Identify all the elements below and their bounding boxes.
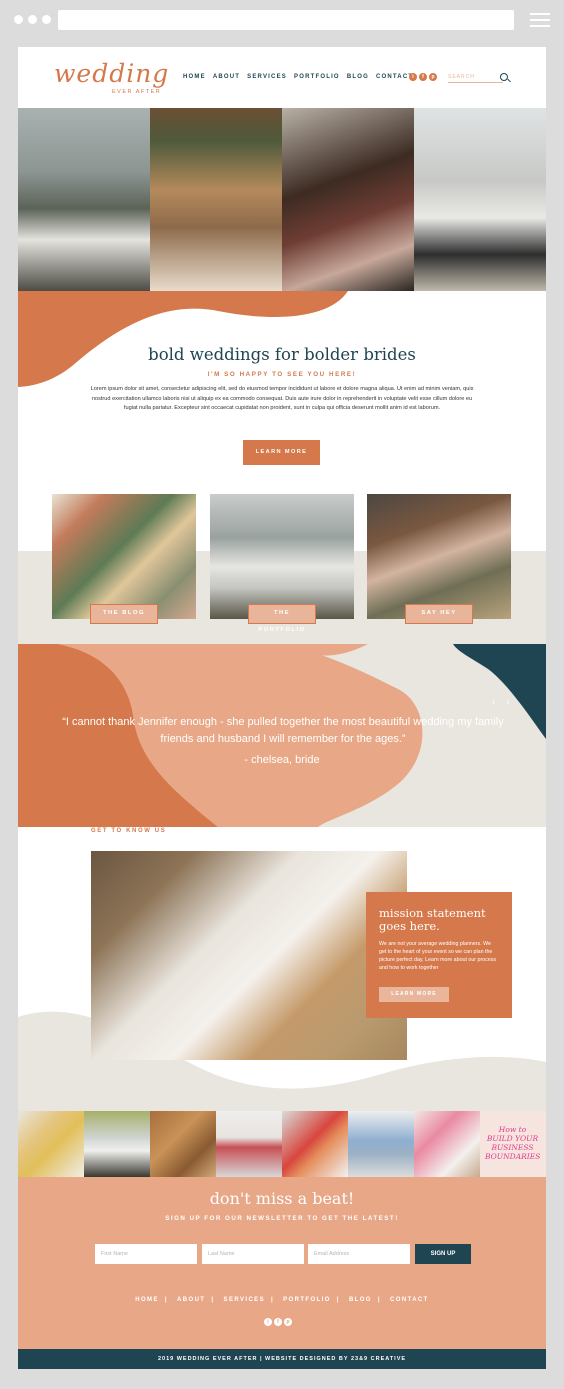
- first-name-field[interactable]: First Name: [95, 1244, 197, 1264]
- testimonial-section: ‹ › “I cannot thank Jennifer enough - sh…: [18, 644, 546, 827]
- footer-nav-about[interactable]: ABOUT: [177, 1297, 205, 1303]
- search-icon[interactable]: [500, 73, 508, 81]
- footer-nav-separator: |: [164, 1297, 168, 1303]
- site-header: wedding EVER AFTER HOME ABOUT SERVICES P…: [18, 47, 546, 107]
- address-bar[interactable]: [58, 10, 514, 30]
- main-nav: HOME ABOUT SERVICES PORTFOLIO BLOG CONTA…: [183, 74, 413, 80]
- footer-nav: HOME | ABOUT | SERVICES | PORTFOLIO | BLOG | …: [18, 1297, 546, 1303]
- footer-nav-contact[interactable]: CONTACT: [390, 1297, 429, 1303]
- window-dot-icon[interactable]: [28, 15, 37, 24]
- nav-blog[interactable]: BLOG: [347, 74, 369, 80]
- footer-nav-separator: |: [377, 1297, 381, 1303]
- card-portfolio-label[interactable]: THE PORTFOLIO: [248, 604, 316, 633]
- footer-nav-separator: |: [270, 1297, 275, 1303]
- facebook-icon[interactable]: f: [419, 73, 427, 81]
- facebook-icon[interactable]: f: [274, 1318, 282, 1326]
- footer-social: i f p: [264, 1318, 292, 1326]
- newsletter-section: don't miss a beat! SIGN UP FOR OUR NEWSL…: [18, 1177, 546, 1349]
- hamburger-menu-icon[interactable]: [530, 13, 550, 31]
- mission-body: We are not your average wedding planners…: [379, 941, 497, 971]
- newsletter-title: don't miss a beat!: [209, 1189, 355, 1208]
- logo-script: wedding: [54, 59, 170, 88]
- card-say-hey-label[interactable]: SAY HEY: [405, 604, 473, 624]
- footer-nav-separator: |: [211, 1297, 215, 1303]
- hero-photo-reception: [150, 108, 282, 291]
- instagram-icon[interactable]: i: [409, 73, 417, 81]
- instagram-tile[interactable]: [150, 1111, 216, 1177]
- footer-nav-blog[interactable]: BLOG: [349, 1297, 372, 1303]
- nav-contact[interactable]: CONTACT: [376, 74, 413, 80]
- footer-nav-separator: |: [336, 1297, 340, 1303]
- instagram-tile[interactable]: [84, 1111, 150, 1177]
- hero-gallery: [18, 108, 546, 291]
- logo-subtitle: EVER AFTER: [112, 89, 162, 95]
- copyright-bar: 2019 WEDDING EVER AFTER | WEBSITE DESIGN…: [18, 1349, 546, 1369]
- header-social: i f p: [409, 73, 437, 81]
- pinterest-icon[interactable]: p: [284, 1318, 292, 1326]
- learn-more-button[interactable]: LEARN MORE: [243, 440, 320, 465]
- email-field[interactable]: Email Address: [308, 1244, 410, 1264]
- instagram-tile[interactable]: [18, 1111, 84, 1177]
- intro-body: Lorem ipsum dolor sit amet, consectetur …: [90, 386, 474, 412]
- hero-photo-van: [414, 108, 546, 291]
- newsletter-subtitle: SIGN UP FOR OUR NEWSLETTER TO GET THE LA…: [165, 1215, 399, 1222]
- instagram-icon[interactable]: i: [264, 1318, 272, 1326]
- sign-up-button[interactable]: SIGN UP: [415, 1244, 471, 1264]
- mission-learn-more-button[interactable]: LEARN MORE: [379, 987, 449, 1002]
- mission-title: mission statement goes here.: [379, 906, 486, 933]
- instagram-feed: How to BUILD YOUR BUSINESS BOUNDARIES: [18, 1111, 546, 1177]
- footer-nav-services[interactable]: SERVICES: [224, 1297, 265, 1303]
- nav-home[interactable]: HOME: [183, 74, 206, 80]
- intro-subtitle: I'M SO HAPPY TO SEE YOU HERE!: [207, 371, 357, 378]
- instagram-tile-text: How to BUILD YOUR BUSINESS BOUNDARIES: [485, 1125, 541, 1161]
- instagram-tile[interactable]: [414, 1111, 480, 1177]
- footer-nav-portfolio[interactable]: PORTFOLIO: [283, 1297, 331, 1303]
- nav-services[interactable]: SERVICES: [247, 74, 287, 80]
- card-blog-label[interactable]: THE BLOG: [90, 604, 158, 624]
- hero-photo-bouquet: [282, 108, 414, 291]
- last-name-field[interactable]: Last Name: [202, 1244, 304, 1264]
- instagram-tile[interactable]: [348, 1111, 414, 1177]
- testimonial-quote: “I cannot thank Jennifer enough - she pu…: [62, 716, 504, 745]
- instagram-tile[interactable]: [216, 1111, 282, 1177]
- instagram-tile[interactable]: How to BUILD YOUR BUSINESS BOUNDARIES: [480, 1111, 546, 1177]
- card-portfolio[interactable]: THE PORTFOLIO: [210, 494, 354, 633]
- logo[interactable]: wedding EVER AFTER: [54, 59, 174, 99]
- footer-nav-home[interactable]: HOME: [135, 1297, 159, 1303]
- testimonial-cite: - chelsea, bride: [244, 754, 320, 766]
- hero-photo-couple-lake: [18, 108, 150, 291]
- nav-portfolio[interactable]: PORTFOLIO: [294, 74, 340, 80]
- window-dots: [14, 15, 51, 24]
- mission-box: mission statement goes here. We are not …: [366, 892, 512, 1018]
- website: wedding EVER AFTER HOME ABOUT SERVICES P…: [18, 47, 546, 1369]
- about-photo-bride: [91, 851, 407, 1060]
- search-input[interactable]: SEARCH: [448, 71, 503, 83]
- card-blog[interactable]: THE BLOG: [52, 494, 196, 624]
- browser-chrome: [0, 0, 564, 40]
- card-say-hey[interactable]: SAY HEY: [367, 494, 511, 624]
- intro-title: bold weddings for bolder brides: [148, 345, 416, 364]
- nav-about[interactable]: ABOUT: [213, 74, 240, 80]
- about-eyebrow: GET TO KNOW US: [91, 828, 167, 834]
- instagram-tile[interactable]: [282, 1111, 348, 1177]
- slider-arrows-icon[interactable]: ‹ ›: [492, 697, 513, 708]
- pinterest-icon[interactable]: p: [429, 73, 437, 81]
- window-dot-icon[interactable]: [42, 15, 51, 24]
- window-dot-icon[interactable]: [14, 15, 23, 24]
